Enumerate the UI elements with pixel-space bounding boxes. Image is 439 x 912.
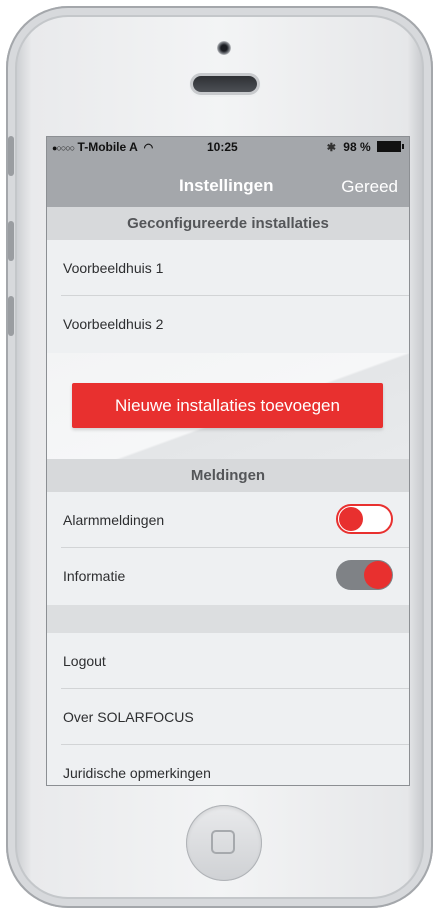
installation-label: Voorbeeldhuis 1	[63, 260, 164, 276]
carrier-info: ●○○○○ T-Mobile A ◠	[52, 140, 153, 154]
battery-icon	[377, 141, 404, 152]
home-button[interactable]	[186, 805, 262, 881]
phone-screen: ●○○○○ T-Mobile A ◠ 10:25 ✱ 98 % Instelli…	[46, 136, 410, 786]
installation-row-2[interactable]: Voorbeeldhuis 2	[47, 296, 409, 352]
earpiece-speaker	[193, 76, 257, 92]
signal-strength-icon: ●○○○○	[52, 143, 75, 153]
notification-row-alarms: Alarmmeldingen	[47, 492, 409, 548]
home-square-icon	[211, 830, 235, 854]
menu-item-label: Over SOLARFOCUS	[63, 709, 194, 725]
mute-switch	[8, 136, 14, 176]
navigation-bar: Instellingen Gereed	[47, 157, 409, 207]
installation-row-1[interactable]: Voorbeeldhuis 1	[47, 240, 409, 296]
menu-item-logout[interactable]: Logout	[47, 633, 409, 689]
menu-item-legal[interactable]: Juridische opmerkingen	[47, 745, 409, 785]
volume-down-button	[8, 296, 14, 336]
alarm-notifications-toggle[interactable]	[336, 504, 393, 534]
menu-item-label: Juridische opmerkingen	[63, 765, 211, 781]
notification-label: Informatie	[63, 568, 126, 584]
carrier-name: T-Mobile A	[77, 140, 138, 154]
battery-percentage: 98 %	[343, 140, 371, 154]
clock: 10:25	[207, 140, 238, 154]
notifications-section-header: Meldingen	[47, 459, 409, 492]
menu-item-label: Logout	[63, 653, 106, 669]
notification-row-information: Informatie	[47, 548, 409, 604]
done-button[interactable]: Gereed	[341, 177, 398, 197]
front-camera-icon	[217, 41, 231, 55]
installation-label: Voorbeeldhuis 2	[63, 316, 164, 332]
toggle-knob	[364, 561, 392, 589]
notification-label: Alarmmeldingen	[63, 512, 165, 528]
status-bar: ●○○○○ T-Mobile A ◠ 10:25 ✱ 98 %	[47, 137, 409, 157]
add-installation-button[interactable]: Nieuwe installaties toevoegen	[72, 383, 383, 428]
bluetooth-icon: ✱	[326, 142, 336, 154]
menu-item-about[interactable]: Over SOLARFOCUS	[47, 689, 409, 745]
status-right: ✱ 98 %	[326, 140, 404, 154]
installations-section-header: Geconfigureerde installaties	[47, 207, 409, 240]
volume-up-button	[8, 221, 14, 261]
section-spacer	[47, 605, 409, 633]
information-notifications-toggle[interactable]	[336, 560, 393, 590]
wifi-icon: ◠	[143, 142, 154, 154]
toggle-knob	[339, 507, 363, 531]
page-title: Instellingen	[179, 176, 274, 195]
